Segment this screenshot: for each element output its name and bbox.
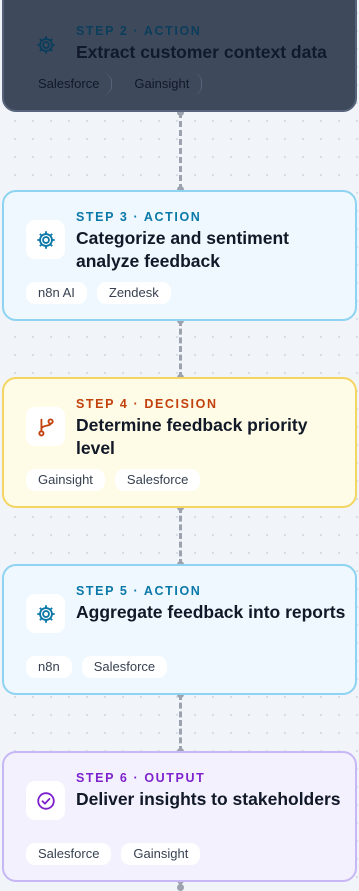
branch-icon [37,417,54,436]
step-card-3[interactable]: STEP 3 · ACTION Categorize and sentiment… [2,190,357,321]
integration-tag: Gainsight [121,843,201,865]
integration-tag: Gainsight [122,73,203,95]
integration-tag: n8n [26,656,72,678]
step-card-6[interactable]: STEP 6 · OUTPUT Deliver insights to stak… [2,751,357,882]
flow-connector [177,691,184,755]
step-title: Aggregate feedback into reports [76,602,346,622]
step-title: Extract customer context data [76,42,327,62]
step-icon-box [26,594,65,633]
step-icon-box [26,25,65,64]
step-title: Categorize and sentiment analyze feedbac… [76,228,289,271]
step-label: STEP 3 · ACTION [76,210,202,224]
integration-tag: Gainsight [26,469,105,491]
step-label: STEP 4 · DECISION [76,397,218,411]
integration-tag: Salesforce [81,656,168,678]
flow-connector [177,504,184,568]
step-label: STEP 5 · ACTION [76,584,202,598]
step-card-5[interactable]: STEP 5 · ACTION Aggregate feedback into … [2,564,357,695]
check-circle-icon [36,791,55,810]
integration-tag: Salesforce [26,843,112,865]
step-card-4[interactable]: STEP 4 · DECISION Determine feedback pri… [2,377,357,508]
integration-tag: Zendesk [96,282,171,304]
integration-tags: Salesforce Gainsight [26,73,203,95]
step-title: Deliver insights to stakeholders [76,789,341,809]
step-icon-box [26,407,65,446]
integration-tags: Gainsight Salesforce [26,469,201,491]
gear-icon [36,35,55,54]
integration-tags: n8n Salesforce [26,656,168,678]
gear-icon [36,604,55,623]
gear-icon [36,230,55,249]
step-label: STEP 6 · OUTPUT [76,771,206,785]
flow-connector [177,317,184,381]
integration-tags: n8n AI Zendesk [26,282,171,304]
step-icon-box [26,781,65,820]
integration-tag: Salesforce [114,469,201,491]
integration-tags: Salesforce Gainsight [26,843,201,865]
step-label: STEP 2 · ACTION [76,24,202,38]
integration-tag: n8n AI [26,282,87,304]
step-icon-box [26,220,65,259]
integration-tag: Salesforce [26,73,113,95]
step-title: Determine feedback priority level [76,415,308,458]
step-card-2[interactable]: STEP 2 · ACTION Extract customer context… [2,0,357,112]
flow-connector [177,109,184,193]
